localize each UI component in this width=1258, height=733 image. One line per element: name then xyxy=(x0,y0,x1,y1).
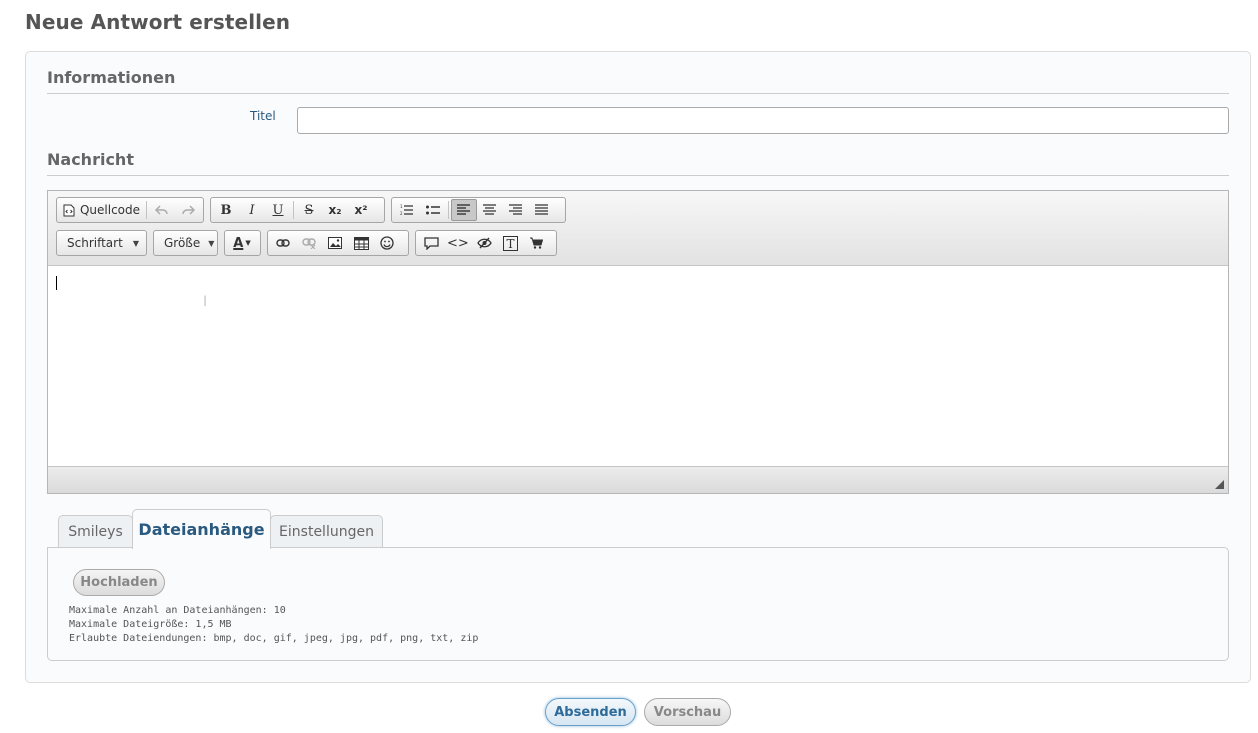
tab-einstellungen[interactable]: Einstellungen xyxy=(270,515,383,548)
align-right-icon xyxy=(509,204,523,216)
subscript-icon: x₂ xyxy=(328,203,342,217)
image-button[interactable] xyxy=(322,232,348,254)
toolbar-group-blocks: <> T xyxy=(415,230,557,256)
spoiler-button[interactable] xyxy=(472,232,498,254)
undo-button[interactable] xyxy=(149,199,175,221)
preview-label: Vorschau xyxy=(653,704,722,720)
italic-button[interactable]: I xyxy=(239,199,265,221)
page-title: Neue Antwort erstellen xyxy=(25,10,291,34)
submit-label: Absenden xyxy=(554,704,627,720)
font-size-label: Größe xyxy=(164,236,201,250)
link-button[interactable] xyxy=(270,232,296,254)
font-size-combo[interactable]: Größe ▼ xyxy=(153,230,218,256)
attachment-info-extensions: Erlaubte Dateiendungen: bmp, doc, gif, j… xyxy=(69,633,479,644)
attachment-info-max-count: Maximale Anzahl an Dateianhängen: 10 xyxy=(69,605,286,616)
resize-handle-icon[interactable] xyxy=(1215,480,1224,489)
chevron-down-icon: ▼ xyxy=(132,238,139,248)
preview-button[interactable]: Vorschau xyxy=(644,698,731,726)
image-icon xyxy=(328,237,342,249)
toolbar-group-insert xyxy=(267,230,409,256)
align-left-button[interactable] xyxy=(451,199,477,221)
toolbar-group-format: B I U S x₂ x² xyxy=(210,197,385,223)
upload-label: Hochladen xyxy=(80,575,158,590)
toolbar-group-document: Quellcode xyxy=(56,197,204,223)
chevron-down-icon: ▼ xyxy=(245,239,251,247)
source-label: Quellcode xyxy=(79,203,141,217)
upload-button[interactable]: Hochladen xyxy=(73,569,165,596)
editor-content-area[interactable]: I xyxy=(48,266,1228,466)
font-family-label: Schriftart xyxy=(67,236,123,250)
editor-toolbar: Quellcode B I U S x₂ x² 1 2 Schriftart ▼… xyxy=(48,191,1228,266)
justify-button[interactable] xyxy=(529,199,555,221)
underline-icon: U xyxy=(272,202,284,218)
superscript-button[interactable]: x² xyxy=(348,199,374,221)
redo-icon xyxy=(181,204,195,216)
tab-dateianhaenge[interactable]: Dateianhänge xyxy=(132,509,271,549)
informationen-heading: Informationen xyxy=(47,68,176,87)
editor-statusbar xyxy=(48,466,1228,493)
tab-einstellungen-label: Einstellungen xyxy=(279,524,374,540)
title-input[interactable] xyxy=(297,107,1229,134)
bold-button[interactable]: B xyxy=(213,199,239,221)
tab-smileys-label: Smileys xyxy=(68,524,123,540)
align-center-button[interactable] xyxy=(477,199,503,221)
bold-icon: B xyxy=(220,202,232,218)
svg-text:T: T xyxy=(507,237,515,251)
tt-button[interactable]: T xyxy=(498,232,524,254)
tab-smileys[interactable]: Smileys xyxy=(58,515,133,548)
svg-text:2: 2 xyxy=(400,211,403,216)
chevron-down-icon: ▼ xyxy=(208,238,215,248)
svg-text:1: 1 xyxy=(400,204,403,209)
cart-button[interactable] xyxy=(524,232,550,254)
submit-button[interactable]: Absenden xyxy=(545,698,636,726)
cart-icon xyxy=(530,237,544,249)
attachments-panel: Hochladen Maximale Anzahl an Dateianhäng… xyxy=(47,547,1229,661)
source-icon xyxy=(63,204,75,217)
align-left-icon xyxy=(457,204,471,216)
smiley-button[interactable] xyxy=(374,232,400,254)
code-icon: <> xyxy=(447,235,469,251)
source-button[interactable]: Quellcode xyxy=(59,199,144,221)
justify-icon xyxy=(535,204,549,216)
undo-icon xyxy=(155,204,169,216)
align-center-icon xyxy=(483,204,497,216)
link-icon xyxy=(276,238,290,248)
rich-text-editor: Quellcode B I U S x₂ x² 1 2 Schriftart ▼… xyxy=(47,190,1229,494)
redo-button[interactable] xyxy=(175,199,201,221)
title-label: Titel xyxy=(250,109,276,123)
nachricht-divider xyxy=(47,175,1229,176)
bullet-list-button[interactable] xyxy=(420,199,446,221)
unlink-button[interactable] xyxy=(296,232,322,254)
strikethrough-icon: S xyxy=(304,202,314,218)
code-button[interactable]: <> xyxy=(444,232,472,254)
tab-dateianhaenge-label: Dateianhänge xyxy=(138,520,265,539)
superscript-icon: x² xyxy=(354,203,368,217)
numbered-list-button[interactable]: 12 xyxy=(394,199,420,221)
unlink-icon xyxy=(302,237,316,249)
toolbar-group-paragraph: 12 xyxy=(391,197,566,223)
nachricht-heading: Nachricht xyxy=(47,150,134,169)
strikethrough-button[interactable]: S xyxy=(296,199,322,221)
ibeam-cursor-icon: I xyxy=(203,294,208,310)
attachment-info-max-size: Maximale Dateigröße: 1,5 MB xyxy=(69,619,232,630)
quote-button[interactable] xyxy=(418,232,444,254)
informationen-divider xyxy=(47,93,1229,94)
subscript-button[interactable]: x₂ xyxy=(322,199,348,221)
eye-slash-icon xyxy=(477,237,493,249)
text-box-icon: T xyxy=(503,235,519,251)
smiley-icon xyxy=(380,236,394,250)
table-button[interactable] xyxy=(348,232,374,254)
text-color-icon: A ▼ xyxy=(233,235,251,251)
quote-icon xyxy=(423,236,439,250)
numbered-list-icon: 12 xyxy=(400,204,414,216)
underline-button[interactable]: U xyxy=(265,199,291,221)
bullet-list-icon xyxy=(426,204,440,216)
table-icon xyxy=(353,236,369,250)
text-cursor xyxy=(56,276,57,290)
reply-form: Informationen Titel Nachricht Quellcode xyxy=(25,51,1251,683)
text-color-button[interactable]: A ▼ xyxy=(224,230,261,256)
font-family-combo[interactable]: Schriftart ▼ xyxy=(56,230,147,256)
italic-icon: I xyxy=(249,202,255,218)
align-right-button[interactable] xyxy=(503,199,529,221)
